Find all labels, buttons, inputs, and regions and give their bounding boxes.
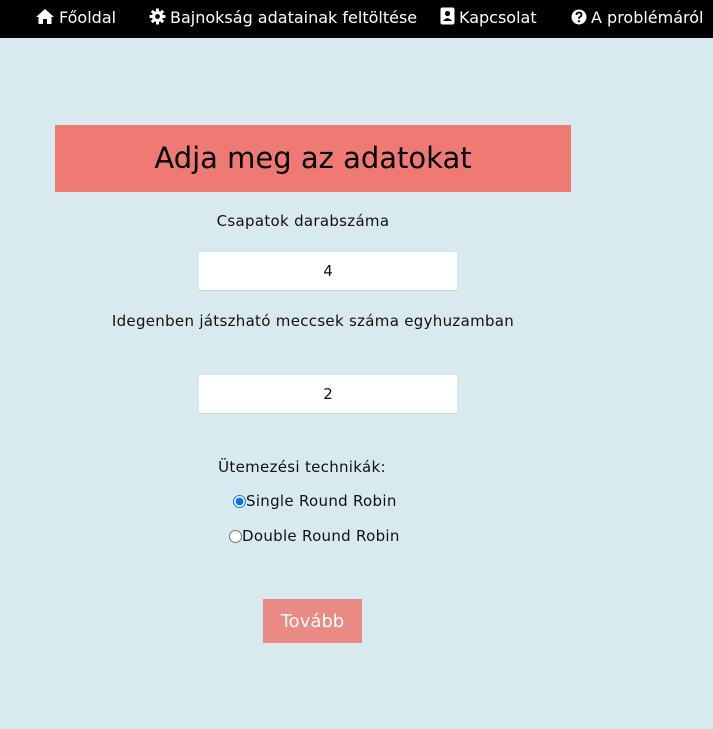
scheduling-techniques-label: Ütemezési technikák: [218,458,386,476]
gear-icon [149,8,166,25]
radio-option-single[interactable]: Single Round Robin [233,492,397,510]
home-icon [36,9,54,24]
away-matches-label: Idegenben játszható meccsek száma egyhuz… [111,312,515,330]
teams-count-label: Csapatok darabszáma [216,212,390,230]
single-round-robin-radio[interactable] [233,494,246,508]
nav-item-home[interactable]: Főoldal [35,0,116,38]
top-navbar: Főoldal Bajnokság adatainak feltöltése K… [0,0,713,38]
away-matches-input[interactable] [199,375,457,414]
nav-upload-label: Bajnokság adatainak feltöltése [170,8,418,27]
nav-contact-label: Kapcsolat [459,8,537,27]
double-round-robin-label: Double Round Robin [242,527,400,545]
teams-count-input[interactable] [199,252,457,291]
next-button[interactable]: Tovább [263,599,362,643]
nav-home-label: Főoldal [59,8,117,27]
nav-about-label: A problémáról [591,8,704,27]
nav-item-upload[interactable]: Bajnokság adatainak feltöltése [149,0,417,38]
nav-item-about[interactable]: A problémáról [571,0,704,38]
double-round-robin-radio[interactable] [229,529,242,543]
radio-option-double[interactable]: Double Round Robin [229,527,400,545]
nav-item-contact[interactable]: Kapcsolat [440,0,537,38]
question-icon [571,9,587,25]
form-title: Adja meg az adatokat [55,125,571,192]
single-round-robin-label: Single Round Robin [246,492,397,510]
contact-card-icon [440,7,455,25]
